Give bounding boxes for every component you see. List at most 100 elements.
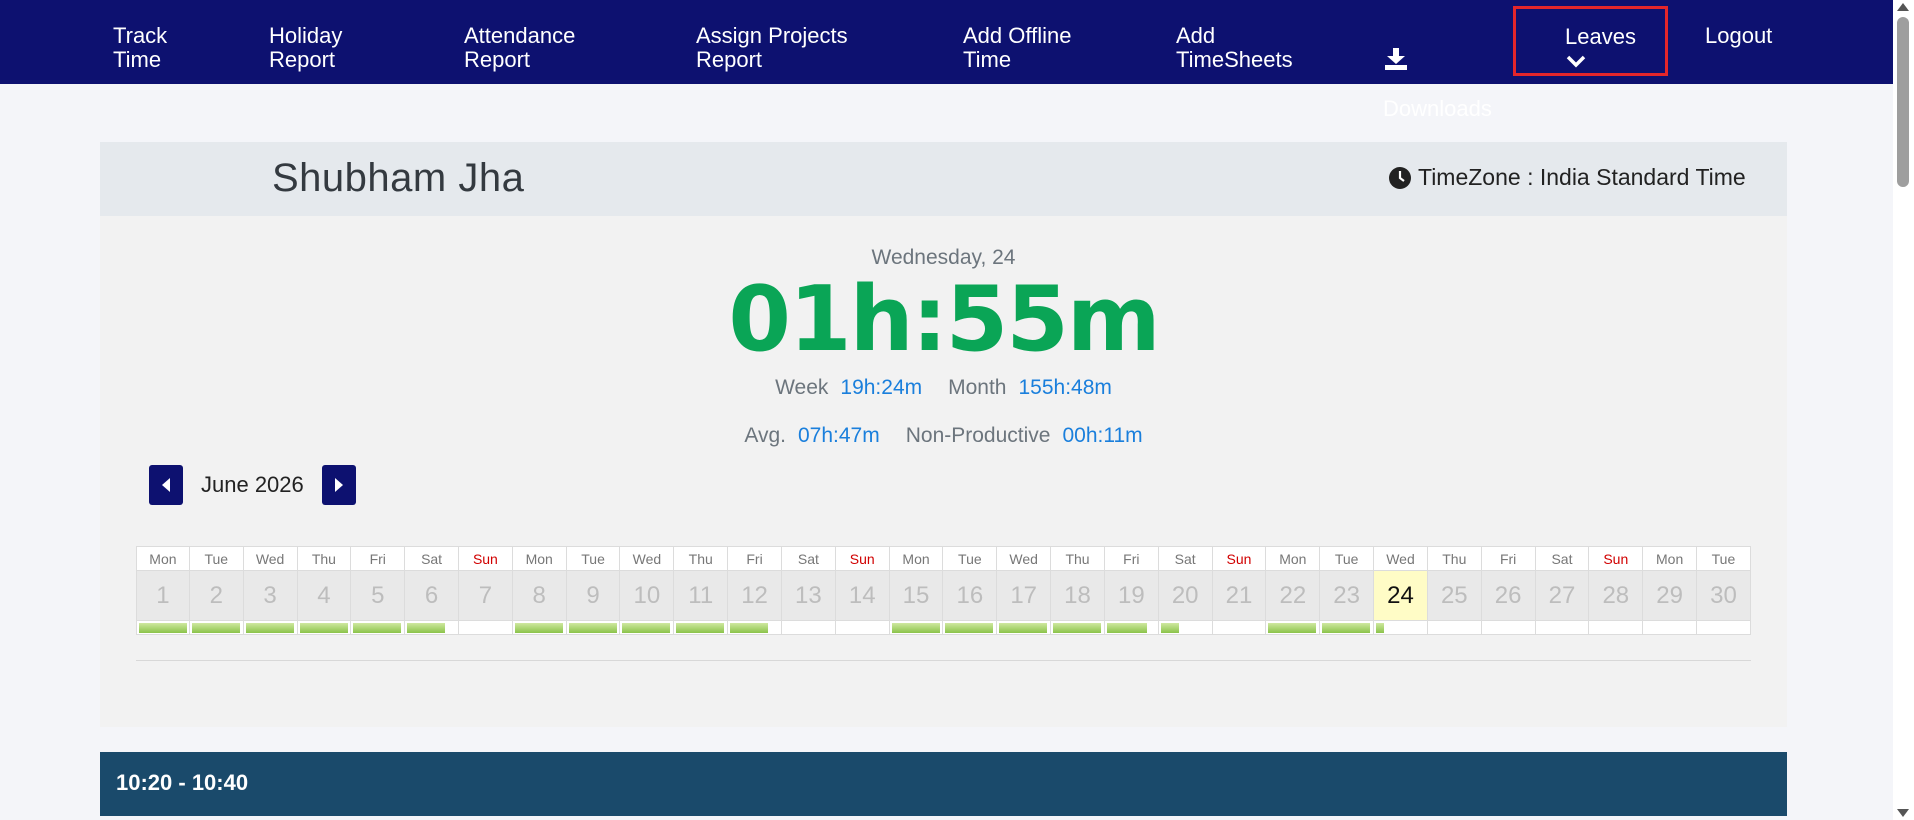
calendar-day[interactable]: 15 bbox=[889, 570, 944, 620]
next-month-button[interactable] bbox=[321, 465, 356, 505]
calendar-day-today[interactable]: 24 bbox=[1374, 570, 1428, 620]
calendar-day[interactable]: 26 bbox=[1481, 570, 1536, 620]
week-value: 19h:24m bbox=[840, 376, 923, 399]
calendar-day[interactable]: 23 bbox=[1320, 570, 1375, 620]
day-progress-bar bbox=[1427, 620, 1482, 635]
chevron-down-icon[interactable] bbox=[1566, 54, 1586, 68]
prev-month-button[interactable] bbox=[149, 465, 183, 505]
day-progress-fill bbox=[1106, 623, 1147, 633]
scroll-down-arrow-icon[interactable] bbox=[1897, 809, 1909, 817]
day-name-label: Tue bbox=[189, 546, 244, 570]
day-progress-fill bbox=[1053, 623, 1102, 633]
day-progress-bar bbox=[943, 620, 998, 635]
day-name-label: Mon bbox=[1643, 546, 1698, 570]
day-name-label: Sun bbox=[458, 546, 513, 570]
calendar-day[interactable]: 22 bbox=[1266, 570, 1321, 620]
nav-add-timesheets[interactable]: Add TimeSheets bbox=[1176, 24, 1293, 72]
nav-leaves[interactable]: Leaves bbox=[1565, 24, 1636, 50]
day-name-label: Sun bbox=[1589, 546, 1644, 570]
calendar-divider bbox=[136, 660, 1751, 661]
day-progress-fill bbox=[999, 623, 1048, 633]
month-label: June 2026 bbox=[201, 472, 304, 497]
calendar-day[interactable]: 5 bbox=[351, 570, 406, 620]
day-name-label: Sat bbox=[1158, 546, 1213, 570]
day-name-label: Thu bbox=[1051, 546, 1105, 570]
day-name-label: Sat bbox=[781, 546, 836, 570]
scroll-up-arrow-icon[interactable] bbox=[1897, 3, 1909, 11]
scrollbar-thumb[interactable] bbox=[1897, 17, 1909, 187]
day-progress-bar bbox=[243, 620, 298, 635]
page-scrollbar[interactable] bbox=[1893, 0, 1914, 820]
calendar-day[interactable]: 4 bbox=[297, 570, 352, 620]
day-progress-bar bbox=[1158, 620, 1213, 635]
nav-assign-projects-report[interactable]: Assign Projects Report bbox=[696, 24, 848, 72]
day-progress-bar bbox=[1212, 620, 1267, 635]
calendar-day[interactable]: 21 bbox=[1212, 570, 1267, 620]
week-label: Week bbox=[775, 376, 829, 399]
nav-downloads[interactable]: Downloads bbox=[1383, 24, 1492, 121]
day-progress-fill bbox=[622, 623, 671, 633]
calendar-day[interactable]: 29 bbox=[1643, 570, 1698, 620]
calendar-day[interactable]: 7 bbox=[458, 570, 513, 620]
day-name-label: Fri bbox=[1104, 546, 1159, 570]
day-name-label: Wed bbox=[1374, 546, 1428, 570]
top-navbar: Track Time Holiday Report Attendance Rep… bbox=[0, 0, 1893, 121]
day-name-label: Tue bbox=[1697, 546, 1751, 570]
calendar-day[interactable]: 25 bbox=[1427, 570, 1482, 620]
nav-add-offline-time[interactable]: Add Offline Time bbox=[963, 24, 1071, 72]
timeslot-header[interactable]: 10:20 - 10:40 bbox=[100, 752, 1787, 816]
calendar-day[interactable]: 3 bbox=[243, 570, 298, 620]
calendar-day[interactable]: 10 bbox=[620, 570, 675, 620]
timezone-info: TimeZone : India Standard Time bbox=[1388, 164, 1746, 191]
calendar-day[interactable]: 30 bbox=[1697, 570, 1751, 620]
day-progress-fill bbox=[1160, 623, 1179, 633]
day-name-label: Sun bbox=[835, 546, 890, 570]
avg-value: 07h:47m bbox=[798, 424, 880, 447]
day-name-label: Sat bbox=[405, 546, 459, 570]
nav-logout[interactable]: Logout bbox=[1705, 24, 1772, 48]
day-progress-bar bbox=[889, 620, 944, 635]
nonproductive-label: Non-Productive bbox=[905, 424, 1051, 447]
calendar-day[interactable]: 27 bbox=[1535, 570, 1590, 620]
month-value: 155h:48m bbox=[1018, 376, 1112, 399]
day-progress-fill bbox=[1322, 623, 1371, 633]
calendar-day[interactable]: 13 bbox=[781, 570, 836, 620]
day-progress-bar bbox=[1374, 620, 1428, 635]
calendar-day[interactable]: 28 bbox=[1589, 570, 1644, 620]
calendar-day[interactable]: 8 bbox=[512, 570, 567, 620]
calendar-day[interactable]: 12 bbox=[728, 570, 782, 620]
calendar-day[interactable]: 11 bbox=[674, 570, 729, 620]
caret-right-icon bbox=[334, 478, 343, 492]
nonproductive-value: 00h:11m bbox=[1062, 424, 1143, 447]
day-progress-bar bbox=[728, 620, 782, 635]
day-progress-bar bbox=[781, 620, 836, 635]
calendar-day[interactable]: 17 bbox=[997, 570, 1052, 620]
month-calendar-strip: Mon Tue Wed Thu Fri Sat Sun Mon Tue Wed Thu Fri Sat S… bbox=[136, 546, 1751, 635]
day-progress-fill bbox=[945, 623, 994, 633]
calendar-day[interactable]: 2 bbox=[189, 570, 244, 620]
nav-attendance-report[interactable]: Attendance Report bbox=[464, 24, 575, 72]
day-progress-bar bbox=[1320, 620, 1375, 635]
nav-holiday-report[interactable]: Holiday Report bbox=[269, 24, 342, 72]
user-name: Shubham Jha bbox=[272, 156, 525, 200]
calendar-day[interactable]: 18 bbox=[1051, 570, 1105, 620]
day-progress-bar bbox=[1589, 620, 1644, 635]
calendar-day[interactable]: 9 bbox=[566, 570, 621, 620]
day-progress-bar bbox=[1535, 620, 1590, 635]
day-progress-fill bbox=[1268, 623, 1317, 633]
day-name-label: Wed bbox=[620, 546, 675, 570]
day-progress-fill bbox=[353, 623, 402, 633]
day-name-label: Tue bbox=[1320, 546, 1375, 570]
calendar-day[interactable]: 14 bbox=[835, 570, 890, 620]
calendar-day[interactable]: 19 bbox=[1104, 570, 1159, 620]
day-name-label: Sat bbox=[1535, 546, 1590, 570]
calendar-day[interactable]: 16 bbox=[943, 570, 998, 620]
download-icon bbox=[1385, 48, 1407, 70]
day-name-label: Sun bbox=[1212, 546, 1267, 570]
calendar-day[interactable]: 20 bbox=[1158, 570, 1213, 620]
calendar-day[interactable]: 6 bbox=[405, 570, 459, 620]
calendar-day[interactable]: 1 bbox=[136, 570, 190, 620]
day-progress-bar bbox=[1104, 620, 1159, 635]
month-navigator: June 2026 bbox=[149, 465, 356, 505]
nav-track-time[interactable]: Track Time bbox=[113, 24, 167, 72]
